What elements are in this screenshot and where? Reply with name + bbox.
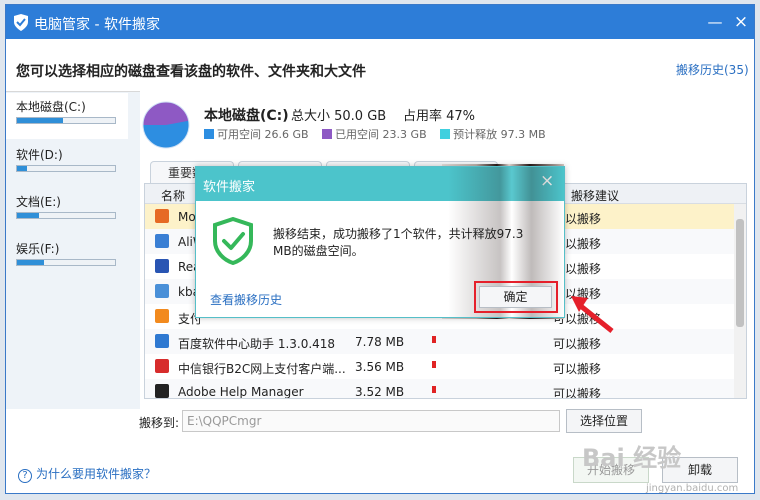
drive-item-c[interactable]: 本地磁盘(C:) (6, 93, 128, 139)
drive-usage-bar (16, 117, 116, 124)
dialog-title: 软件搬家 (203, 180, 256, 195)
free-space-swatch (204, 129, 214, 139)
citic-bank-icon (155, 359, 169, 373)
why-use-text: 为什么要用软件搬家？ (36, 467, 157, 481)
drive-label: 文档(E:) (16, 195, 61, 209)
software-name: Adobe Help Manager (178, 385, 304, 399)
disk-name: 本地磁盘(C:) (204, 108, 289, 124)
drive-sidebar: 本地磁盘(C:) 软件(D:) 文档(E:) 娱乐(F:) (6, 91, 140, 409)
disk-legend: 可用空间 26.6 GB 已用空间 23.3 GB 预计释放 97.3 MB (204, 126, 556, 142)
move-advice: 可以搬移 (553, 337, 602, 351)
view-history-link[interactable]: 查看搬移历史 (210, 291, 282, 308)
disk-usage-rate: 占用率 47% (403, 109, 476, 124)
move-path-input[interactable]: E:\QQPCmgr (182, 410, 560, 432)
pie-used-slice (143, 102, 189, 125)
alipay-icon (155, 309, 169, 323)
title-bar: 电脑管家 - 软件搬家 — × (6, 5, 754, 39)
legend-free: 可用空间 26.6 GB (204, 128, 309, 141)
why-use-link[interactable]: ? 为什么要用软件搬家？ (18, 465, 156, 483)
close-window-button[interactable]: × (730, 11, 752, 33)
drive-usage-fill (17, 166, 27, 171)
drive-item-e[interactable]: 文档(E:) (6, 188, 128, 234)
size-marker (432, 361, 436, 368)
dialog-message: 搬移结束，成功搬移了1个软件，共计释放97.3 MB的磁盘空间。 (273, 227, 524, 258)
table-scrollbar[interactable] (734, 204, 746, 398)
software-size: 3.56 MB (355, 360, 405, 374)
column-name[interactable]: 名称 (161, 187, 185, 204)
pc-manager-shield-icon (14, 14, 28, 31)
drive-label: 本地磁盘(C:) (16, 100, 86, 114)
aliwangwang-icon (155, 234, 169, 248)
drive-usage-fill (17, 213, 39, 218)
red-arrow-icon (571, 296, 614, 333)
baidu-watermark-url: jingyan.baidu.com (646, 483, 739, 494)
table-row[interactable]: 中信银行B2C网上支付客户端... 3.56 MB 可以搬移 (145, 354, 735, 379)
move-advice: 可以搬移 (553, 387, 602, 399)
drive-usage-bar (16, 212, 116, 219)
choose-location-button[interactable]: 选择位置 (566, 409, 642, 433)
drive-label: 娱乐(F:) (16, 242, 60, 256)
table-row[interactable]: Adobe Help Manager 3.52 MB 可以搬移 (145, 379, 735, 399)
software-name: 中信银行B2C网上支付客户端... (178, 362, 346, 376)
move-to-label: 搬移到: (139, 416, 180, 430)
kbase-icon (155, 284, 169, 298)
column-advice[interactable]: 搬移建议 (571, 187, 619, 204)
disk-total-size: 总大小 50.0 GB (291, 109, 387, 124)
minimize-button[interactable]: — (704, 11, 726, 33)
legend-free-label: 可用空间 26.6 GB (217, 128, 309, 141)
drive-usage-fill (17, 118, 64, 123)
drive-label: 软件(D:) (16, 148, 63, 162)
size-marker (432, 336, 436, 343)
software-name: 百度软件中心助手 1.3.0.418 (178, 337, 336, 351)
baidu-watermark: Bai 经验 (582, 444, 682, 472)
move-history-link[interactable]: 搬移历史(35) (676, 61, 749, 78)
legend-used-label: 已用空间 23.3 GB (335, 128, 427, 141)
table-row[interactable]: 百度软件中心助手 1.3.0.418 7.78 MB 可以搬移 (145, 329, 735, 354)
move-advice: 可以搬移 (553, 362, 602, 376)
legend-release-label: 预计释放 97.3 MB (453, 128, 546, 141)
drive-item-d[interactable]: 软件(D:) (6, 141, 128, 187)
size-marker (432, 386, 436, 393)
drive-usage-bar (16, 259, 116, 266)
baidu-helper-icon (155, 334, 169, 348)
help-icon: ? (18, 469, 32, 483)
drive-item-f[interactable]: 娱乐(F:) (6, 235, 128, 281)
drive-usage-bar (16, 165, 116, 172)
adobe-help-icon (155, 384, 169, 398)
window-title: 电脑管家 - 软件搬家 (34, 17, 160, 33)
scroll-thumb[interactable] (736, 219, 744, 327)
ok-button[interactable]: 确定 (479, 286, 552, 308)
release-space-swatch (440, 129, 451, 139)
realplayer-icon (155, 259, 169, 273)
software-size: 3.52 MB (355, 385, 405, 399)
firefox-icon (155, 209, 169, 223)
legend-used: 已用空间 23.3 GB (322, 128, 427, 141)
page-headline: 您可以选择相应的磁盘查看该盘的软件、文件夹和大文件 (16, 64, 366, 80)
disk-usage-pie-icon (142, 101, 190, 149)
success-shield-icon (213, 217, 253, 265)
legend-release: 预计释放 97.3 MB (440, 128, 546, 141)
software-size: 7.78 MB (355, 335, 405, 349)
used-space-swatch (322, 129, 333, 139)
drive-usage-fill (17, 260, 45, 265)
